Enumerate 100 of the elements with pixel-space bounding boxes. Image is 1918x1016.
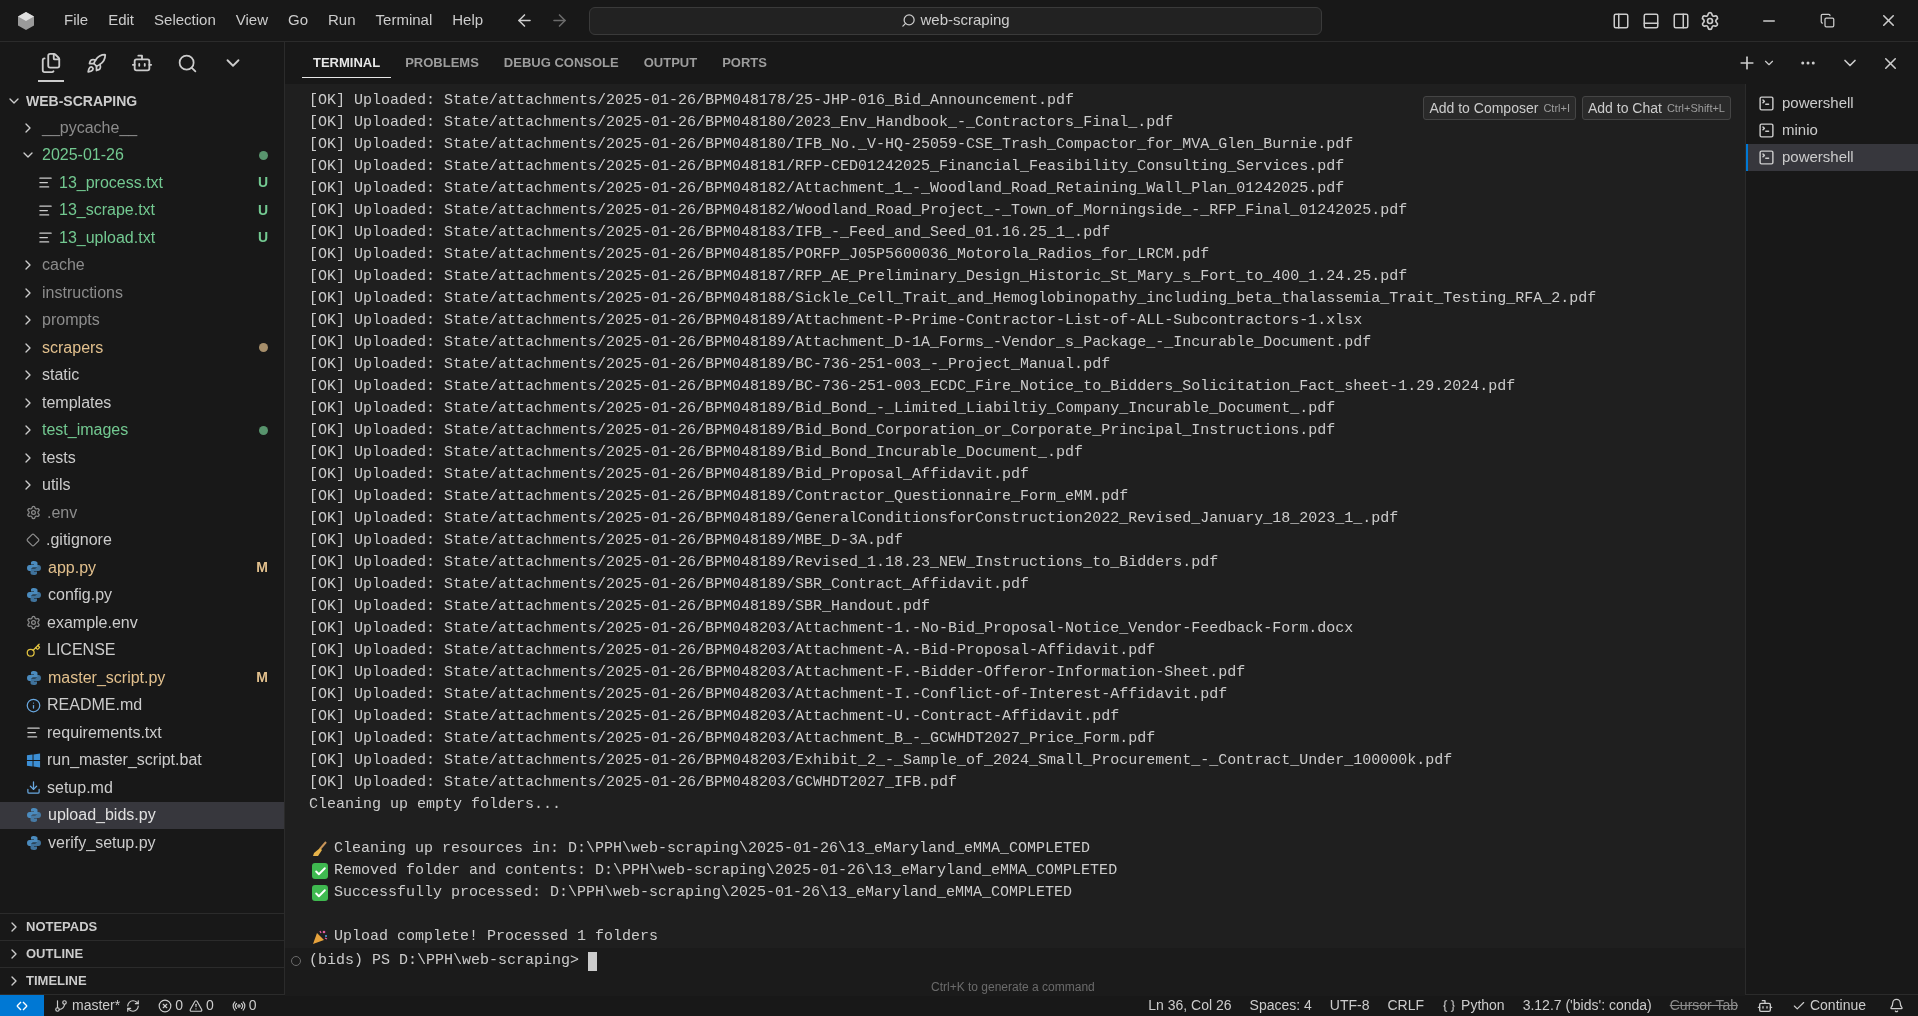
terminal-line: [OK] Uploaded: State/attachments/2025-01-26/BPM048180/2023_Env_Handbook_-_Contractors_Final_.pdf [309, 113, 1174, 133]
panel-tab[interactable]: PORTS [711, 48, 778, 78]
robot-icon[interactable] [1756, 997, 1773, 1014]
folder-row[interactable]: templates [0, 389, 284, 417]
file-name: tests [42, 447, 76, 468]
file-name: LICENSE [47, 640, 116, 661]
lines-icon [38, 175, 53, 191]
sync-icon[interactable] [126, 998, 141, 1013]
folder-row[interactable]: utils [0, 471, 284, 499]
explorer-row[interactable]: app.py M [0, 554, 284, 582]
terminal-list-item[interactable]: powershell [1746, 144, 1918, 171]
menu-item[interactable]: Selection [144, 9, 226, 32]
status-item[interactable]: CRLF [1387, 995, 1425, 1016]
terminal-line: [OK] Uploaded: State/attachments/2025-01-26/BPM048189/MBE_D-3A.pdf [309, 531, 904, 551]
check-icon [312, 885, 328, 901]
chat-action-button[interactable]: Add to Composer Ctrl+I [1423, 96, 1576, 120]
ports-button[interactable]: 0 [231, 995, 257, 1016]
gear-icon [26, 615, 41, 631]
terminal-line: [OK] Uploaded: State/attachments/2025-01-26/BPM048182/Attachment_1_-_Woodland_Road_Retaining_Wall_Plan_01242025.pdf [309, 179, 1345, 199]
terminal-line: [OK] Uploaded: State/attachments/2025-01-26/BPM048203/Attachment-F.-Bidder-Offeror-Information-Sheet.pdf [309, 663, 1246, 683]
braces-icon [1442, 998, 1457, 1013]
download-icon [26, 780, 41, 796]
git-status: U [257, 173, 269, 193]
folder-row[interactable]: instructions [0, 279, 284, 307]
explorer-row[interactable]: upload_bids.py [0, 801, 284, 829]
command-hint: Ctrl+K to generate a command [931, 979, 1095, 996]
sidebar-toggle-icon[interactable] [1612, 11, 1630, 30]
explorer-row[interactable]: example.env [0, 609, 284, 637]
error-icon [158, 998, 173, 1013]
panel-tab[interactable]: DEBUG CONSOLE [492, 48, 630, 78]
terminal-line: [OK] Uploaded: State/attachments/2025-01-26/BPM048203/Attachment-I.-Conflict-of-Interest-Affidavit.pdf [309, 685, 1228, 705]
panel-toggle-icon[interactable] [1642, 11, 1660, 30]
menu-item[interactable]: Help [442, 9, 494, 32]
terminal-list-item[interactable]: minio [1746, 117, 1918, 144]
menu-item[interactable]: Edit [98, 9, 145, 32]
file-name: __pycache__ [42, 117, 138, 139]
menu-item[interactable]: Terminal [365, 9, 443, 32]
language-button[interactable]: Python [1442, 995, 1505, 1016]
explorer-row[interactable]: README.md [0, 691, 284, 719]
section-header[interactable]: OUTLINE [0, 940, 284, 967]
settings-icon[interactable] [1700, 10, 1720, 31]
menu-item[interactable]: View [225, 9, 278, 32]
explorer-header[interactable]: WEB-SCRAPING [0, 88, 284, 114]
explorer-row[interactable]: 13_upload.txt U [0, 224, 284, 252]
rocket-icon [86, 52, 107, 74]
status-item[interactable]: UTF-8 [1329, 995, 1370, 1016]
folder-row[interactable]: cache [0, 251, 284, 279]
status-item[interactable]: Ln 36, Col 26 [1148, 995, 1232, 1016]
explorer-title: WEB-SCRAPING [26, 91, 138, 111]
explorer-row[interactable]: config.py [0, 581, 284, 609]
folder-row[interactable]: prompts [0, 306, 284, 334]
branch-button[interactable]: master* [54, 995, 121, 1016]
terminal-line: [OK] Uploaded: State/attachments/2025-01-26/BPM048183/IFB_-_Feed_and_Seed_01.16.25_1_.pdf [309, 223, 1111, 243]
lines-icon [38, 202, 53, 218]
terminal-line: Upload complete! Processed 1 folders [334, 927, 659, 947]
terminal-line: [OK] Uploaded: State/attachments/2025-01-26/BPM048189/Revised_1.18.23_NEW_Instructions_to_Bidders.pdf [309, 553, 1219, 573]
menu-item[interactable]: File [54, 9, 99, 32]
robot-icon [131, 52, 153, 74]
panel-tab[interactable]: OUTPUT [632, 48, 709, 78]
continue-button[interactable]: Continue [1791, 995, 1866, 1016]
python-icon [26, 807, 42, 824]
folder-row[interactable]: scrapers [0, 334, 284, 362]
terminal-line: [OK] Uploaded: State/attachments/2025-01-26/BPM048181/RFP-CED01242025_Financial_Feasibility_Consulting_Services.pdf [309, 157, 1345, 177]
terminal-line: [OK] Uploaded: State/attachments/2025-01-26/BPM048189/Bid_Bond_-_Limited_Liabiltiy_Company_Incurable_Document_.pdf [309, 399, 1336, 419]
secondary-sidebar-icon[interactable] [1672, 11, 1690, 30]
explorer-row[interactable]: run_master_script.bat [0, 746, 284, 774]
info-icon [26, 697, 41, 713]
file-name: setup.md [47, 777, 113, 798]
python-icon [26, 587, 42, 604]
status-item[interactable]: 3.12.7 ('bids': conda) [1522, 995, 1652, 1016]
explorer-row[interactable]: setup.md [0, 774, 284, 802]
restore-icon[interactable] [1820, 13, 1835, 28]
folder-row[interactable]: 2025-01-26 [0, 141, 284, 169]
menu-item[interactable]: Go [278, 9, 318, 32]
terminal-line: [OK] Uploaded: State/attachments/2025-01-26/BPM048180/IFB_No._V-HQ-25059-CSE_Trash_Compactor_for_MVA_Glen_Burnie.pdf [309, 135, 1354, 155]
search-field[interactable]: web-scraping [589, 6, 1323, 35]
explorer-row[interactable]: .gitignore [0, 526, 284, 554]
folder-row[interactable]: test_images [0, 416, 284, 444]
explorer-row[interactable]: 13_scrape.txt U [0, 196, 284, 224]
panel-tab[interactable]: PROBLEMS [394, 48, 490, 78]
status-item[interactable]: Spaces: 4 [1249, 995, 1312, 1016]
folder-row[interactable]: tests [0, 444, 284, 472]
panel-tab[interactable]: TERMINAL [302, 48, 392, 78]
explorer-row[interactable]: requirements.txt [0, 719, 284, 747]
menu-item[interactable]: Run [318, 9, 366, 32]
section-header[interactable]: NOTEPADS [0, 913, 284, 940]
explorer-row[interactable]: master_script.py M [0, 664, 284, 692]
notifications-icon[interactable] [1889, 998, 1904, 1013]
file-name: instructions [42, 282, 123, 303]
folder-row[interactable]: static [0, 361, 284, 389]
chat-action-button[interactable]: Add to Chat Ctrl+Shift+L [1581, 96, 1731, 120]
explorer-row[interactable]: LICENSE [0, 636, 284, 664]
file-name: 13_upload.txt [59, 227, 156, 248]
explorer-row[interactable]: verify_setup.py [0, 829, 284, 857]
folder-row[interactable]: __pycache__ [0, 114, 284, 142]
terminal-list-item[interactable]: powershell [1746, 90, 1918, 117]
problems-button[interactable]: 0 0 [158, 995, 214, 1016]
explorer-row[interactable]: .env [0, 499, 284, 527]
file-name: config.py [48, 585, 113, 606]
explorer-row[interactable]: 13_process.txt U [0, 169, 284, 197]
